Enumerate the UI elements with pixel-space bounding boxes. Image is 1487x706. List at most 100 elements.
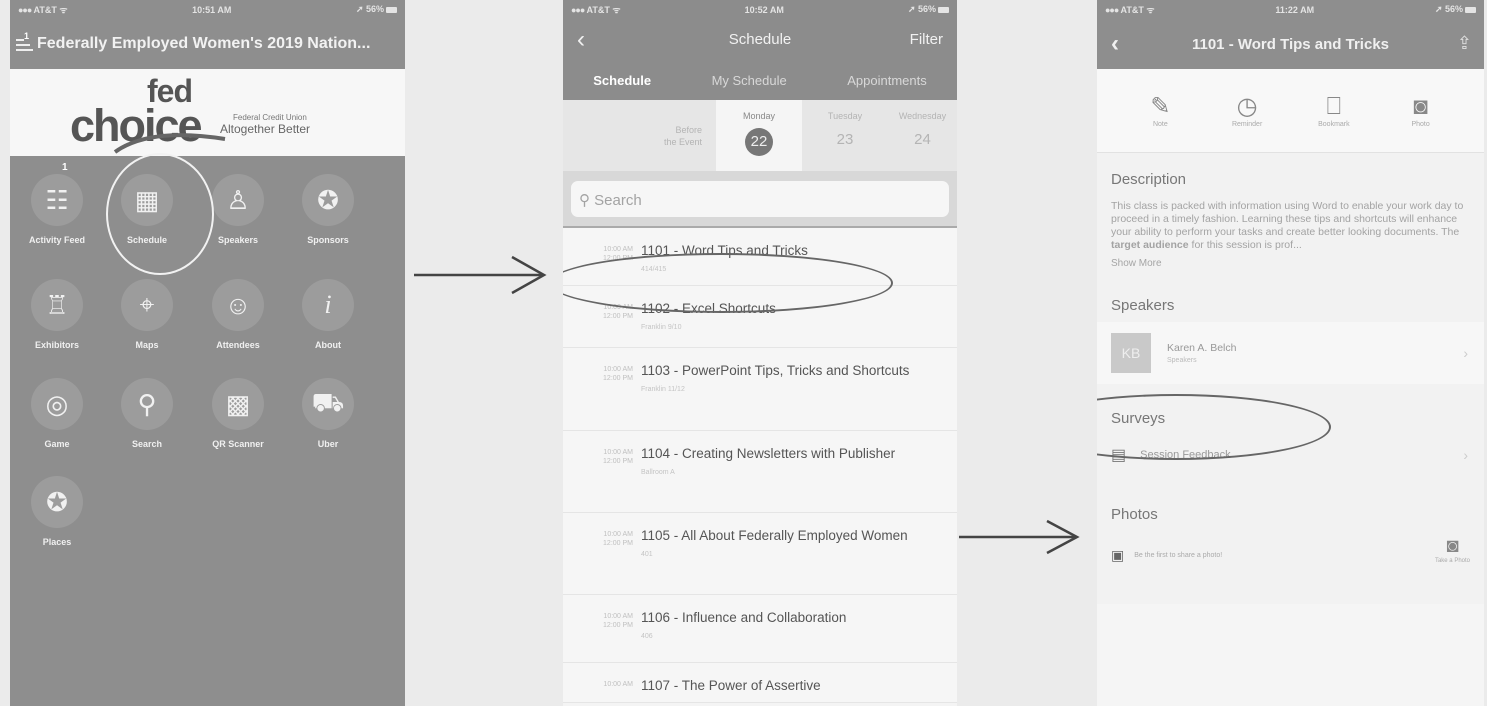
tile-label: Game: [44, 439, 70, 449]
photos-heading: Photos: [1111, 506, 1158, 523]
start-time: 10:00 AM: [603, 366, 633, 373]
page-title: Schedule: [728, 31, 792, 48]
search-input[interactable]: ⚲ Search: [571, 181, 949, 217]
sponsor-banner[interactable]: fed choice Federal Credit Union Altogeth…: [10, 69, 405, 156]
place-pin-icon: ✪: [31, 476, 83, 528]
info-icon: i: [302, 279, 354, 331]
speakers-heading: Speakers: [1111, 297, 1175, 314]
day-label: Before: [675, 125, 702, 135]
start-time: 10:00 AM: [603, 613, 633, 620]
day-label: Monday: [742, 111, 776, 121]
clock: 10:51 AM: [192, 4, 232, 15]
reminder-action[interactable]: ◷ Reminder: [1217, 93, 1277, 128]
tile-label: Sponsors: [307, 235, 349, 245]
day-monday[interactable]: Monday 22: [716, 100, 802, 171]
description-section: Description This class is packed with in…: [1097, 153, 1484, 279]
take-photo-label: Take a Photo: [1434, 558, 1470, 564]
tile-uber[interactable]: ⛟ Uber: [283, 378, 373, 449]
attendees-icon: ☺: [212, 279, 264, 331]
status-bar: ●●● AT&T ᯤ 10:52 AM ➚ 56%: [563, 0, 957, 19]
carrier: AT&T: [1120, 5, 1144, 15]
activity-feed-icon: ☷: [31, 174, 83, 226]
show-more-link[interactable]: Show More: [1111, 258, 1470, 269]
session-title: 1105 - All About Federally Employed Wome…: [641, 528, 908, 543]
arrow-to-surveys: [959, 519, 1080, 555]
tile-label: Exhibitors: [34, 340, 79, 350]
camera-icon: ◙: [1446, 535, 1459, 557]
share-icon[interactable]: ⇪: [1457, 33, 1472, 54]
start-time: 10:00 AM: [603, 246, 633, 253]
tile-exhibitors[interactable]: ♖ Exhibitors: [12, 279, 102, 350]
tile-search[interactable]: ⚲ Search: [102, 378, 192, 449]
app-header: 1 Federally Employed Women's 2019 Nation…: [10, 19, 405, 69]
speaker-row[interactable]: KB Karen A. Belch Speakers ›: [1097, 322, 1484, 384]
description-heading: Description: [1111, 171, 1187, 188]
bookmark-icon: ⎕: [1326, 93, 1342, 120]
note-action[interactable]: ✎ Note: [1130, 93, 1190, 128]
avatar: KB: [1111, 333, 1151, 373]
battery-icon: [938, 6, 949, 13]
session-room: Franklin 11/12: [641, 386, 685, 393]
end-time: 12:00 PM: [603, 458, 633, 465]
clock: 10:52 AM: [744, 4, 784, 15]
schedule-screen-phone: ●●● AT&T ᯤ 10:52 AM ➚ 56% ‹ Schedule Fil…: [563, 0, 957, 706]
session-row[interactable]: 10:00 AM 12:00 PM 1105 - All About Federal…: [563, 513, 957, 595]
day-wednesday[interactable]: Wednesday 24: [888, 100, 957, 171]
day-number: 24: [914, 131, 931, 148]
day-label: Wednesday: [898, 111, 947, 121]
back-chevron-icon[interactable]: ‹: [1111, 32, 1119, 56]
session-time: 10:00 AM: [563, 675, 641, 702]
session-actions: ✎ Note ◷ Reminder ⎕ Bookmark ◙ Photo: [1097, 69, 1484, 153]
feed-badge: 1: [62, 162, 68, 173]
speaker-name: Karen A. Belch: [1167, 342, 1237, 354]
session-row[interactable]: 10:00 AM 12:00 PM 1106 - Influence and Col…: [563, 595, 957, 663]
booth-icon: ♖: [31, 279, 83, 331]
tile-places[interactable]: ✪ Places: [12, 476, 102, 547]
highlight-oval-schedule: [106, 153, 214, 275]
photo-prompt-row: ▣ Be the first to share a photo! ◙ Take …: [1111, 535, 1470, 564]
tile-sponsors[interactable]: ✪ Sponsors: [283, 174, 373, 245]
session-room: 401: [641, 551, 653, 558]
battery-percent: 56%: [1444, 4, 1463, 14]
speaker-role: Speakers: [1167, 357, 1197, 364]
tile-maps[interactable]: ⌖ Maps: [102, 279, 192, 350]
tab-my-schedule[interactable]: My Schedule: [712, 73, 787, 88]
day-number: 23: [836, 131, 854, 148]
tile-game[interactable]: ◎ Game: [12, 378, 102, 449]
session-room: Ballroom A: [641, 469, 675, 476]
bookmark-action[interactable]: ⎕ Bookmark: [1304, 93, 1364, 128]
take-photo-button[interactable]: ◙ Take a Photo: [1435, 535, 1470, 564]
session-time: 10:00 AM 12:00 PM: [563, 525, 641, 594]
tile-qr-scanner[interactable]: ▩ QR Scanner: [193, 378, 283, 449]
day-tuesday[interactable]: Tuesday 23: [802, 100, 888, 171]
end-time: 12:00 PM: [603, 540, 633, 547]
nav-bar: ‹ Schedule Filter: [563, 19, 957, 60]
session-row[interactable]: 10:00 AM 12:00 PM 1104 - Creating Newslett…: [563, 431, 957, 513]
filter-button[interactable]: Filter: [910, 31, 943, 48]
tile-about[interactable]: i About: [283, 279, 373, 350]
session-row[interactable]: 10:00 AM 1107 - The Power of Assertive: [563, 663, 957, 703]
end-time: 12:00 PM: [603, 375, 633, 382]
logo-subtitle: Federal Credit Union: [233, 113, 307, 122]
tab-schedule[interactable]: Schedule: [593, 73, 651, 88]
tile-label: Places: [42, 537, 72, 547]
session-title: 1103 - PowerPoint Tips, Tricks and Short…: [641, 363, 910, 378]
session-title: 1107 - The Power of Assertive: [641, 678, 821, 693]
tile-activity-feed[interactable]: ☷ 1 Activity Feed: [12, 162, 102, 245]
tile-attendees[interactable]: ☺ Attendees: [193, 279, 283, 350]
gallery-icon: ▣: [1111, 547, 1125, 563]
action-label: Photo: [1411, 121, 1430, 128]
session-row[interactable]: 10:00 AM 12:00 PM 1103 - PowerPoint Tips, …: [563, 348, 957, 431]
day-before-event[interactable]: Before the Event: [563, 100, 716, 171]
action-label: Reminder: [1231, 121, 1263, 128]
tile-label: Uber: [317, 439, 339, 449]
page-title: 1101 - Word Tips and Tricks: [1191, 35, 1390, 53]
back-chevron-icon[interactable]: ‹: [577, 27, 585, 52]
search-icon: ⚲: [579, 192, 590, 209]
photo-action[interactable]: ◙ Photo: [1391, 93, 1451, 128]
description-text: This class is packed with information us…: [1111, 200, 1464, 251]
menu-icon[interactable]: 1: [16, 31, 33, 52]
session-detail-phone: ●●● AT&T ᯤ 11:22 AM ➚ 56% ‹ 1101 - Word …: [1097, 0, 1484, 706]
tab-appointments[interactable]: Appointments: [847, 73, 927, 88]
session-title: 1106 - Influence and Collaboration: [641, 610, 847, 625]
